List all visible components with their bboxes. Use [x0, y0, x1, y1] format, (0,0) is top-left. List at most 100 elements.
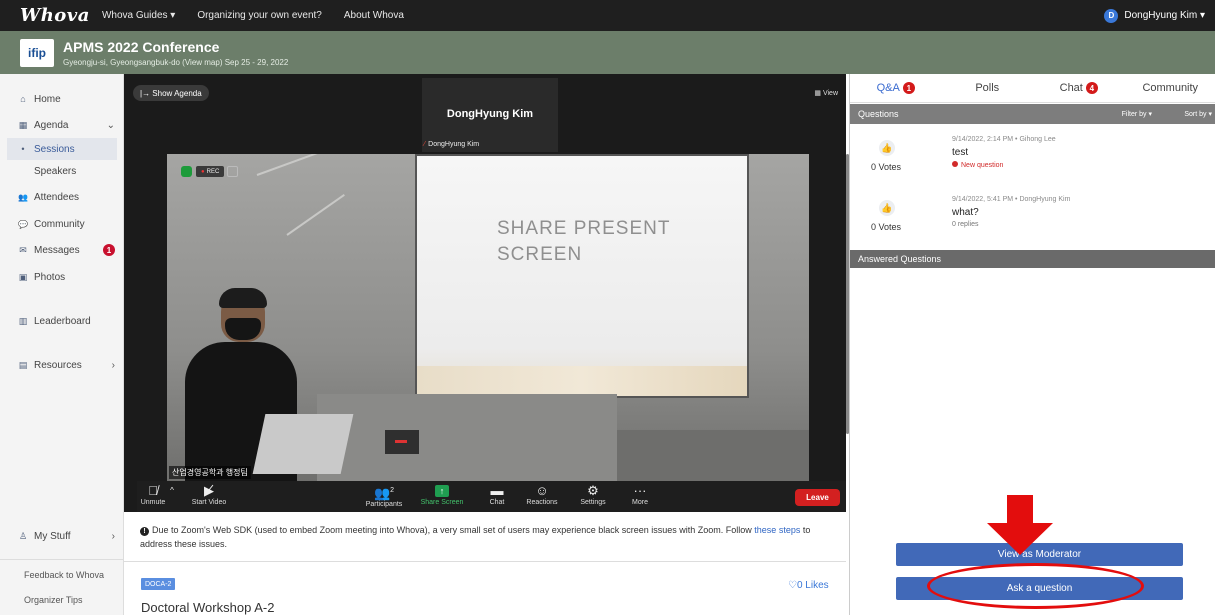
user-name: DongHyung Kim ▾ [1124, 10, 1205, 21]
filter-dropdown[interactable]: Filter by ▾ [1122, 110, 1152, 118]
chat-bubbles-icon: 💬 [18, 219, 28, 229]
sidebar-item-photos[interactable]: ▣ Photos [0, 266, 124, 288]
event-banner: ifip APMS 2022 Conference Gyeongju-si, G… [0, 31, 1215, 74]
participants-icon: 👥2 [373, 485, 395, 501]
view-button[interactable]: ▦ View [814, 89, 838, 97]
person-icon: ♙ [18, 530, 28, 541]
sidebar-item-home[interactable]: ⌂ Home [0, 88, 124, 110]
tab-polls[interactable]: Polls [942, 74, 1034, 102]
session-tag: DOCA-2 [141, 578, 176, 590]
vote-count: 0 Votes [871, 162, 902, 172]
start-video-button[interactable]: ▶̸ Start Video [187, 483, 231, 506]
question-meta: 9/14/2022, 5:41 PM • DongHyung Kim [952, 196, 1071, 203]
tab-chat[interactable]: Chat 4 [1033, 74, 1125, 102]
info-icon: ! [140, 527, 149, 536]
sidebar-item-label: Leaderboard [34, 315, 91, 327]
main-video: SHARE PRESENT SCREEN ● REC 산업경영공학과 행정팀 [167, 154, 809, 481]
settings-button[interactable]: ⚙ Settings [573, 483, 613, 506]
more-icon: ··· [633, 483, 647, 498]
tab-qa[interactable]: Q&A 1 [850, 74, 942, 102]
zoom-meeting: |→ Show Agenda ▦ View DongHyung Kim ⁄ Don… [124, 74, 849, 512]
more-button[interactable]: ··· More [625, 483, 655, 506]
zoom-notice: ! Due to Zoom's Web SDK (used to embed Zo… [140, 525, 811, 549]
slide-text: SHARE PRESENT SCREEN [497, 218, 671, 265]
sidebar-item-label: Agenda [34, 119, 69, 131]
thumbs-up-icon[interactable]: 👍 [879, 200, 895, 216]
recording-indicator: ● REC [181, 166, 239, 177]
sidebar: ⌂ Home ▦ Agenda ⌄ • Sessions Speakers 👥 … [0, 74, 124, 615]
sidebar-item-label: Speakers [34, 165, 77, 177]
sidebar-divider [0, 559, 124, 560]
panel-tabs: Q&A 1 Polls Chat 4 Community [850, 74, 1215, 103]
share-screen-button[interactable]: ↑ Share Screen [417, 483, 467, 506]
question-item: 👍 0 Votes 9/14/2022, 2:14 PM • Gihong Le… [850, 130, 1215, 186]
chevron-right-icon: › [111, 530, 115, 542]
chat-button[interactable]: ▬ Chat [482, 483, 512, 506]
vote-count: 0 Votes [871, 222, 902, 232]
sidebar-item-label: Home [34, 93, 61, 105]
participants-button[interactable]: 👥2 Participants [361, 483, 407, 508]
gear-icon: ⚙ [587, 483, 599, 498]
home-icon: ⌂ [20, 94, 26, 104]
messages-badge: 1 [103, 244, 115, 256]
rec-badge: ● REC [196, 166, 225, 177]
show-agenda-button[interactable]: |→ Show Agenda [133, 85, 209, 101]
feedback-link[interactable]: Feedback to Whova [0, 570, 124, 580]
sidebar-item-attendees[interactable]: 👥 Attendees [0, 186, 124, 208]
user-menu[interactable]: D DongHyung Kim ▾ [1104, 8, 1205, 23]
nav-about-whova[interactable]: About Whova [344, 10, 404, 21]
avatar: D [1104, 8, 1119, 23]
sidebar-item-label: Resources [34, 359, 82, 371]
tab-community[interactable]: Community [1125, 74, 1215, 102]
likes-button[interactable]: ♡0 Likes [788, 580, 829, 591]
unmute-button[interactable]: 🎙̸ Unmute [137, 483, 169, 506]
leaderboard-icon: ▥ [18, 315, 28, 326]
room-furniture [617, 430, 809, 481]
replies-link[interactable]: 0 replies [952, 221, 978, 228]
shield-icon [181, 166, 192, 177]
top-nav-bar: Whova Whova Guides ▾ Organizing your own… [0, 0, 1215, 31]
content-divider [124, 561, 846, 562]
sidebar-item-label: Community [34, 218, 85, 230]
mic-off-icon: 🎙̸ [148, 483, 158, 498]
nav-organizing-event[interactable]: Organizing your own event? [197, 10, 322, 21]
podium [317, 394, 617, 481]
sidebar-item-my-stuff[interactable]: ♙ My Stuff › [0, 525, 124, 547]
chat-badge: 4 [1085, 82, 1098, 94]
speaker-name: DongHyung Kim [446, 108, 534, 120]
calendar-icon: ▦ [18, 119, 28, 130]
mic-muted-icon: ⁄ [424, 141, 426, 148]
sidebar-item-sessions[interactable]: • Sessions [7, 138, 117, 160]
sidebar-item-speakers[interactable]: Speakers [0, 160, 124, 182]
video-off-icon: ▶̸ [204, 483, 214, 498]
sidebar-item-agenda[interactable]: ▦ Agenda ⌄ [0, 114, 124, 136]
these-steps-link[interactable]: these steps [754, 525, 800, 535]
red-arrow-annotation [987, 495, 1053, 555]
event-title: APMS 2022 Conference [63, 38, 220, 55]
sidebar-item-leaderboard[interactable]: ▥ Leaderboard [0, 310, 124, 332]
sidebar-item-community[interactable]: 💬 Community [0, 213, 124, 235]
answered-questions-header: Answered Questions [850, 250, 1215, 268]
sidebar-item-label: Attendees [34, 191, 80, 203]
organizer-tips-link[interactable]: Organizer Tips [0, 595, 124, 605]
question-text: what? [952, 207, 979, 218]
sort-dropdown[interactable]: Sort by ▾ [1184, 110, 1212, 118]
share-screen-icon: ↑ [435, 485, 449, 497]
sidebar-item-label: Messages [34, 244, 80, 256]
sidebar-item-resources[interactable]: ▤ Resources › [0, 354, 124, 376]
session-title: Doctoral Workshop A-2 [141, 600, 275, 615]
question-status: New question [952, 161, 1003, 169]
nav-whova-guides[interactable]: Whova Guides ▾ [102, 10, 175, 21]
sidebar-item-label: My Stuff [34, 530, 71, 542]
sidebar-item-messages[interactable]: ✉ Messages 1 [0, 239, 124, 261]
mail-icon: ✉ [19, 244, 27, 255]
reactions-button[interactable]: ☺ Reactions [519, 483, 565, 506]
leave-button[interactable]: Leave [795, 489, 840, 506]
thumbs-up-icon[interactable]: 👍 [879, 140, 895, 156]
audio-options-button[interactable]: ^ [167, 483, 177, 499]
whova-logo[interactable]: Whova [20, 5, 90, 26]
questions-header: Questions Filter by ▾ Sort by ▾ [850, 104, 1215, 124]
sidebar-item-label: Sessions [34, 143, 75, 155]
screen-bottom-strip [417, 366, 747, 396]
grid-icon [227, 166, 239, 177]
